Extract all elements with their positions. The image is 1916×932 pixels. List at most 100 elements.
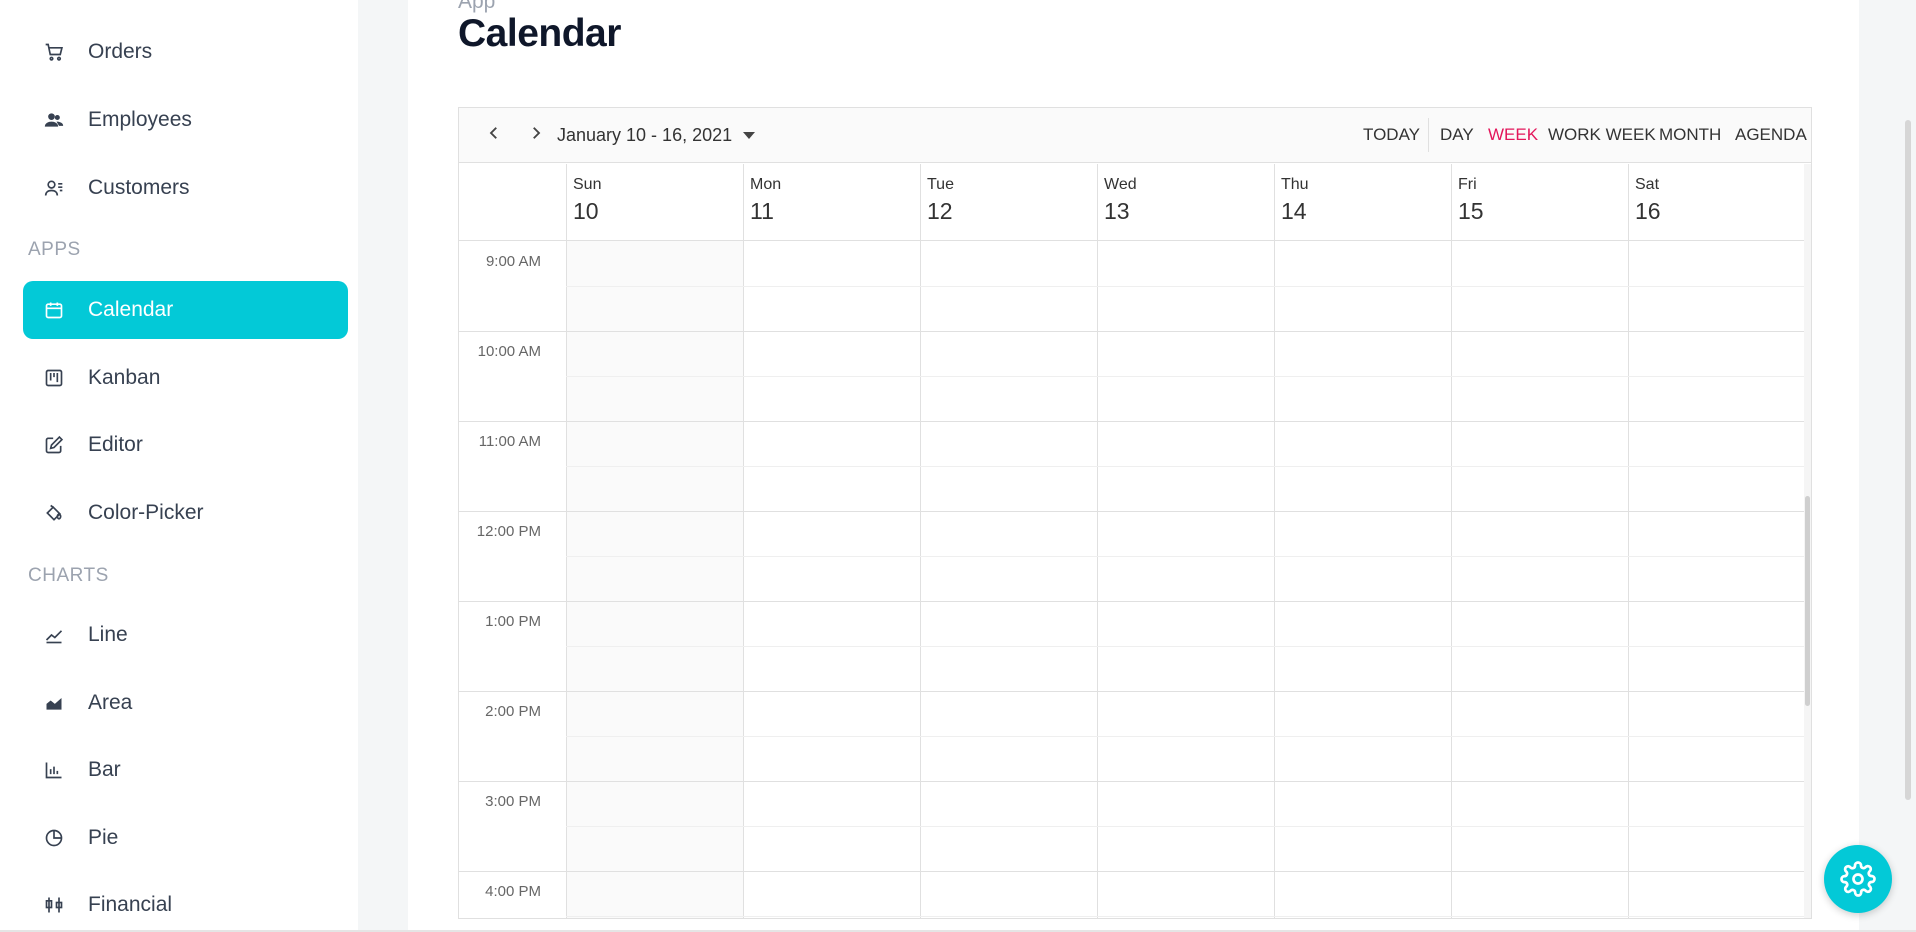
half-hour-line bbox=[566, 916, 1804, 917]
sidebar-item-orders[interactable]: Orders bbox=[23, 23, 348, 81]
sidebar-item-kanban[interactable]: Kanban bbox=[23, 349, 348, 407]
hour-line bbox=[459, 691, 1804, 692]
day-name: Sat bbox=[1635, 176, 1660, 193]
column-divider bbox=[1274, 241, 1275, 918]
sidebar-item-pie[interactable]: Pie bbox=[23, 809, 348, 867]
caret-down-icon bbox=[742, 130, 756, 140]
column-divider bbox=[920, 241, 921, 918]
today-button[interactable]: TODAY bbox=[1363, 108, 1420, 162]
day-header[interactable]: Mon 11 bbox=[743, 164, 921, 240]
column-divider bbox=[743, 241, 744, 918]
hour-line bbox=[459, 601, 1804, 602]
column-divider bbox=[1451, 241, 1452, 918]
half-hour-line bbox=[566, 466, 1804, 467]
half-hour-line bbox=[566, 826, 1804, 827]
sidebar-item-label: Editor bbox=[88, 433, 143, 456]
chevron-right-icon bbox=[527, 124, 545, 147]
day-number[interactable]: 12 bbox=[927, 198, 953, 225]
hour-line bbox=[459, 871, 1804, 872]
day-header[interactable]: Fri 15 bbox=[1451, 164, 1629, 240]
time-label: 1:00 PM bbox=[485, 613, 541, 630]
view-day-button[interactable]: DAY bbox=[1440, 108, 1474, 162]
day-name: Wed bbox=[1104, 176, 1137, 193]
day-name: Sun bbox=[573, 176, 602, 193]
half-hour-line bbox=[566, 646, 1804, 647]
hour-line bbox=[459, 511, 1804, 512]
calendar-toolbar: January 10 - 16, 2021 TODAY DAY WEEK WOR… bbox=[459, 108, 1811, 163]
time-label: 11:00 AM bbox=[478, 433, 541, 450]
section-title-charts: CHARTS bbox=[28, 565, 109, 586]
column-divider bbox=[1628, 241, 1629, 918]
sidebar-item-editor[interactable]: Editor bbox=[23, 416, 348, 474]
sidebar-item-label: Line bbox=[88, 623, 128, 646]
view-agenda-button[interactable]: AGENDA bbox=[1735, 108, 1807, 162]
calendar-icon bbox=[42, 298, 66, 322]
section-title-apps: APPS bbox=[28, 239, 81, 260]
day-header[interactable]: Tue 12 bbox=[920, 164, 1098, 240]
day-header[interactable]: Sun 10 bbox=[566, 164, 744, 240]
sidebar-item-line[interactable]: Line bbox=[23, 606, 348, 664]
view-week-button[interactable]: WEEK bbox=[1488, 108, 1538, 162]
paint-bucket-icon bbox=[42, 501, 66, 525]
day-number[interactable]: 16 bbox=[1635, 198, 1661, 225]
day-name: Fri bbox=[1458, 176, 1477, 193]
sidebar-item-color-picker[interactable]: Color-Picker bbox=[23, 484, 348, 542]
financial-icon bbox=[42, 893, 66, 917]
calendar-scrollbar-thumb[interactable] bbox=[1805, 496, 1810, 706]
time-label: 2:00 PM bbox=[485, 703, 541, 720]
day-number[interactable]: 15 bbox=[1458, 198, 1484, 225]
date-range-picker[interactable]: January 10 - 16, 2021 bbox=[557, 108, 756, 162]
day-header[interactable]: Wed 13 bbox=[1097, 164, 1275, 240]
view-month-button[interactable]: MONTH bbox=[1659, 108, 1721, 162]
kanban-icon bbox=[42, 366, 66, 390]
day-number[interactable]: 11 bbox=[750, 198, 774, 225]
day-name: Tue bbox=[927, 176, 954, 193]
sidebar-item-calendar[interactable]: Calendar bbox=[23, 281, 348, 339]
view-work-week-button[interactable]: WORK WEEK bbox=[1548, 108, 1656, 162]
previous-button[interactable] bbox=[477, 108, 511, 162]
calendar-scheduler: January 10 - 16, 2021 TODAY DAY WEEK WOR… bbox=[458, 107, 1812, 919]
column-divider bbox=[566, 241, 567, 918]
sidebar-item-bar[interactable]: Bar bbox=[23, 741, 348, 799]
settings-button[interactable] bbox=[1824, 845, 1892, 913]
bar-chart-icon bbox=[42, 758, 66, 782]
day-name: Mon bbox=[750, 176, 782, 193]
half-hour-line bbox=[566, 376, 1804, 377]
day-name: Thu bbox=[1281, 176, 1309, 193]
sidebar-item-employees[interactable]: Employees bbox=[23, 91, 348, 149]
day-header-row: Sun 10 Mon 11 Tue 12 Wed 13 Thu 14 Fri 1… bbox=[459, 164, 1806, 241]
day-number[interactable]: 13 bbox=[1104, 198, 1130, 225]
edit-icon bbox=[42, 433, 66, 457]
day-number[interactable]: 10 bbox=[573, 198, 599, 225]
time-label: 4:00 PM bbox=[485, 883, 541, 900]
half-hour-line bbox=[566, 556, 1804, 557]
sidebar-item-label: Customers bbox=[88, 176, 190, 199]
time-grid[interactable]: 9:00 AM 10:00 AM 11:00 AM 12:00 PM 1:00 … bbox=[459, 241, 1805, 918]
area-chart-icon bbox=[42, 691, 66, 715]
day-header[interactable]: Thu 14 bbox=[1274, 164, 1452, 240]
sidebar-item-label: Orders bbox=[88, 40, 153, 63]
chevron-left-icon bbox=[485, 124, 503, 147]
sidebar-item-financial[interactable]: Financial bbox=[23, 876, 348, 932]
sidebar-item-label: Calendar bbox=[88, 298, 174, 321]
page-scrollbar[interactable] bbox=[1905, 120, 1911, 800]
sidebar: Orders Employees Customers APPS Calendar… bbox=[0, 0, 358, 932]
time-label: 9:00 AM bbox=[485, 253, 541, 270]
sidebar-item-label: Bar bbox=[88, 758, 121, 781]
next-button[interactable] bbox=[519, 108, 553, 162]
sidebar-item-label: Area bbox=[88, 691, 133, 714]
sidebar-item-area[interactable]: Area bbox=[23, 674, 348, 732]
employees-icon bbox=[42, 108, 66, 132]
pie-chart-icon bbox=[42, 826, 66, 850]
half-hour-line bbox=[566, 736, 1804, 737]
half-hour-line bbox=[566, 286, 1804, 287]
sidebar-item-customers[interactable]: Customers bbox=[23, 159, 348, 217]
sidebar-item-label: Employees bbox=[88, 108, 192, 131]
day-header[interactable]: Sat 16 bbox=[1628, 164, 1806, 240]
time-label: 12:00 PM bbox=[476, 523, 541, 540]
day-number[interactable]: 14 bbox=[1281, 198, 1307, 225]
sidebar-item-label: Color-Picker bbox=[88, 501, 204, 524]
weekend-column bbox=[566, 241, 743, 918]
toolbar-divider bbox=[1428, 118, 1429, 152]
time-label: 3:00 PM bbox=[485, 793, 541, 810]
